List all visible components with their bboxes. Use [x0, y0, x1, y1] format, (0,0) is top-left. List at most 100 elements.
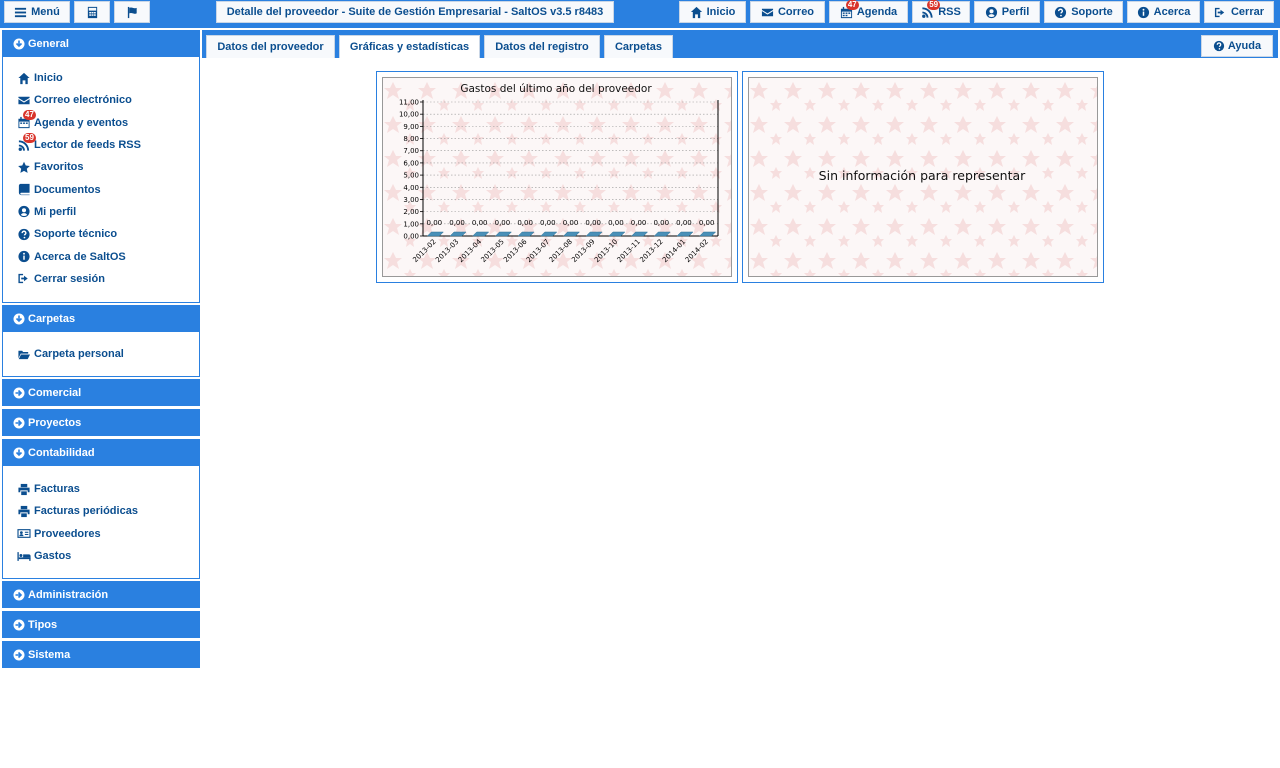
sidebar-item-favoritos[interactable]: Favoritos	[17, 156, 199, 178]
y-tick-label: 2,00	[403, 208, 419, 216]
window-title: Detalle del proveedor - Suite de Gestión…	[216, 1, 614, 23]
sidebar-item-cerrar-sesion[interactable]: Cerrar sesión	[17, 268, 199, 290]
chart-empty: Sin información para representar	[748, 77, 1098, 277]
tab-graficas[interactable]: Gráficas y estadísticas	[339, 35, 480, 58]
sidebar-section-title: Tipos	[28, 618, 58, 631]
tab-bar: Datos del proveedor Gráficas y estadísti…	[202, 30, 1278, 58]
acerca-button[interactable]: Acerca	[1127, 1, 1200, 23]
sidebar-item-soporte[interactable]: Soporte técnico	[17, 223, 199, 245]
bar-value-label: 0,00	[540, 219, 556, 227]
tab-datos-proveedor[interactable]: Datos del proveedor	[206, 35, 335, 58]
flag-icon	[127, 6, 137, 18]
sidebar-section-sistema[interactable]: Sistema	[2, 641, 200, 668]
soporte-label: Soporte	[1071, 6, 1113, 18]
arrow-circle-right-icon	[13, 387, 25, 398]
perfil-button[interactable]: Perfil	[974, 1, 1040, 23]
help-button[interactable]: Ayuda	[1201, 35, 1273, 57]
sidebar-item-acerca[interactable]: Acerca de SaltOS	[17, 245, 199, 267]
inicio-button[interactable]: Inicio	[679, 1, 746, 23]
sidebar-section-carpetas[interactable]: Carpetas	[2, 305, 200, 332]
sign-out-icon	[1214, 7, 1225, 17]
sidebar-item-label: Correo electrónico	[34, 94, 132, 107]
info-circle-icon	[18, 250, 30, 263]
sidebar-item-perfil[interactable]: Mi perfil	[17, 201, 199, 223]
sidebar-item-carpeta-personal[interactable]: Carpeta personal	[17, 343, 199, 365]
folder-open-icon	[18, 350, 31, 359]
arrow-circle-right-icon	[13, 619, 25, 630]
perfil-label: Perfil	[1001, 6, 1030, 18]
address-card-icon	[17, 529, 31, 539]
sidebar-item-rss[interactable]: 59 Lector de feeds RSS	[17, 132, 199, 156]
tab-label: Gráficas y estadísticas	[349, 41, 470, 53]
arrow-circle-down-icon	[13, 447, 25, 458]
question-circle-icon	[1213, 40, 1225, 52]
sidebar-section-administracion[interactable]: Administración	[2, 581, 200, 608]
sidebar-item-agenda[interactable]: 47 Agenda y eventos	[17, 110, 199, 134]
cerrar-button[interactable]: Cerrar	[1204, 1, 1274, 23]
tab-datos-registro[interactable]: Datos del registro	[484, 35, 600, 58]
sidebar-section-title: Administración	[28, 588, 109, 601]
sidebar-section-title: Sistema	[28, 648, 71, 661]
bar-value-label: 0,00	[449, 219, 465, 227]
sidebar-section-proyectos[interactable]: Proyectos	[2, 409, 200, 436]
user-circle-icon	[18, 206, 30, 218]
sidebar-item-correo[interactable]: Correo electrónico	[17, 89, 199, 111]
y-tick-label: 3,00	[403, 196, 419, 204]
sidebar-item-facturas[interactable]: Facturas	[17, 478, 199, 500]
question-circle-icon	[18, 228, 30, 240]
arrow-circle-right-icon	[13, 417, 25, 428]
tab-label: Datos del proveedor	[217, 41, 324, 53]
sidebar-item-label: Facturas periódicas	[34, 505, 138, 518]
rss-button[interactable]: 59 RSS	[912, 0, 970, 23]
y-tick-label: 8,00	[403, 135, 419, 143]
sidebar-section-comercial[interactable]: Comercial	[2, 379, 200, 406]
soporte-button[interactable]: Soporte	[1044, 1, 1123, 23]
tab-label: Carpetas	[614, 41, 663, 53]
y-tick-label: 7,00	[403, 147, 419, 155]
bar-value-label: 0,00	[427, 219, 443, 227]
flag-button[interactable]	[114, 1, 150, 23]
envelope-icon	[18, 96, 30, 105]
tab-carpetas[interactable]: Carpetas	[604, 35, 673, 58]
bar-value-label: 0,00	[517, 219, 533, 227]
sidebar-item-label: Mi perfil	[34, 205, 77, 218]
y-tick-label: 9,00	[403, 123, 419, 131]
arrow-circle-right-icon	[13, 589, 25, 600]
agenda-icon-wrap: 47	[840, 0, 859, 19]
info-circle-icon	[1137, 6, 1149, 18]
chart-title: Gastos del último año del proveedor	[460, 83, 652, 95]
sidebar-section-general[interactable]: General	[2, 30, 200, 57]
rss-icon-wrap: 59	[17, 132, 36, 152]
correo-button[interactable]: Correo	[750, 1, 825, 23]
sidebar-item-gastos[interactable]: Gastos	[17, 545, 199, 567]
sidebar-section-title: Contabilidad	[28, 446, 95, 459]
calculator-button[interactable]	[74, 1, 110, 23]
y-tick-label: 0,00	[403, 233, 419, 241]
sidebar: General Inicio Correo electrónico 47 Age…	[2, 30, 200, 668]
book-icon	[18, 184, 30, 196]
empty-chart-svg: Sin información para representar	[749, 78, 1097, 276]
bar-value-label: 0,00	[585, 219, 601, 227]
bar-value-label: 0,00	[653, 219, 669, 227]
sidebar-item-label: Documentos	[34, 183, 101, 196]
sidebar-section-title: General	[28, 37, 69, 50]
rss-icon-wrap: 59	[921, 0, 941, 19]
sidebar-general-list: Inicio Correo electrónico 47 Agenda y ev…	[2, 57, 200, 303]
agenda-button[interactable]: 47 Agenda	[829, 0, 908, 23]
sidebar-section-tipos[interactable]: Tipos	[2, 611, 200, 638]
sidebar-item-label: Carpeta personal	[34, 348, 124, 361]
sidebar-item-inicio[interactable]: Inicio	[17, 67, 199, 89]
sidebar-item-label: Proveedores	[34, 527, 101, 540]
sidebar-item-label: Facturas	[34, 483, 80, 496]
sidebar-carpetas-list: Carpeta personal	[2, 332, 200, 377]
sidebar-item-facturas-periodicas[interactable]: Facturas periódicas	[17, 500, 199, 522]
sidebar-section-contabilidad[interactable]: Contabilidad	[2, 439, 200, 466]
question-circle-icon	[1055, 6, 1067, 18]
sidebar-item-proveedores[interactable]: Proveedores	[17, 523, 199, 545]
sidebar-item-documentos[interactable]: Documentos	[17, 178, 199, 200]
menu-button[interactable]: Menú	[4, 1, 70, 23]
agenda-badge: 47	[23, 110, 36, 121]
rss-badge: 59	[23, 132, 36, 143]
correo-label: Correo	[777, 6, 815, 18]
arrow-circle-right-icon	[13, 649, 25, 660]
